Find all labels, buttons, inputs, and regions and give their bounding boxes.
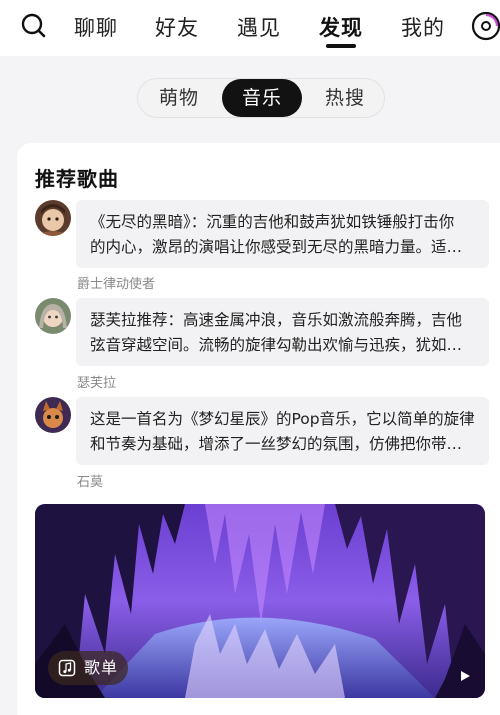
comment-author[interactable]: 石莫 [77,471,103,490]
comment-author[interactable]: 爵士律动使者 [77,273,155,292]
comment-line: 的内心，激昂的演唱让你感受到无尽的黑暗力量。适… [90,238,463,256]
nav-tab-discover[interactable]: 发现 [319,12,363,42]
playlist-chip-label: 歌单 [84,658,119,677]
comment-line: 《无尽的黑暗》：沉重的吉他和鼓声犹如铁锤般打击你 [90,213,455,231]
music-note-icon [58,659,76,677]
comment-bubble[interactable]: 这是一首名为《梦幻星辰》的Pop音乐，它以简单的旋律 和节奏为基础，增添了一丝梦… [76,397,489,465]
comment-line: 瑟芙拉推荐：高速金属冲浪，音乐如激流般奔腾，吉他 [90,311,463,329]
avatar[interactable] [35,397,71,433]
recommended-songs-card: 推荐歌曲 《无尽的黑暗》：沉重的吉他和鼓声犹如铁锤般打击你 的内心，激昂的演唱让… [17,143,500,715]
segment-trending[interactable]: 热搜 [306,79,384,117]
nav-tab-mine[interactable]: 我的 [401,12,445,42]
music-disc-icon[interactable] [470,10,500,42]
segment-cute[interactable]: 萌物 [140,79,218,117]
active-tab-indicator [326,44,356,48]
search-icon[interactable] [20,12,48,40]
segment-music[interactable]: 音乐 [222,79,302,117]
nav-tab-meet[interactable]: 遇见 [237,12,281,42]
comment-line: 弦音穿越空间。流畅的旋律勾勒出欢愉与迅疾，犹如… [90,336,463,354]
comment-line: 这是一首名为《梦幻星辰》的Pop音乐，它以简单的旋律 [90,410,475,428]
comment-bubble[interactable]: 瑟芙拉推荐：高速金属冲浪，音乐如激流般奔腾，吉他 弦音穿越空间。流畅的旋律勾勒出… [76,298,489,366]
category-segment: 萌物 音乐 热搜 [137,78,385,118]
play-icon[interactable] [459,670,471,682]
comment-line: 和节奏为基础，增添了一丝梦幻的氛围，仿佛把你带… [90,435,463,453]
avatar[interactable] [35,298,71,334]
avatar[interactable] [35,200,71,236]
section-title: 推荐歌曲 [35,167,119,191]
comment-bubble[interactable]: 《无尽的黑暗》：沉重的吉他和鼓声犹如铁锤般打击你 的内心，激昂的演唱让你感受到无… [76,200,489,268]
nav-tab-chat[interactable]: 聊聊 [74,12,118,42]
top-nav-bar: 聊聊 好友 遇见 发现 我的 [0,0,500,56]
comment-author[interactable]: 瑟芙拉 [77,372,116,391]
playlist-banner[interactable]: 歌单 [35,504,485,698]
playlist-chip[interactable]: 歌单 [48,651,128,685]
nav-tab-friends[interactable]: 好友 [155,12,199,42]
